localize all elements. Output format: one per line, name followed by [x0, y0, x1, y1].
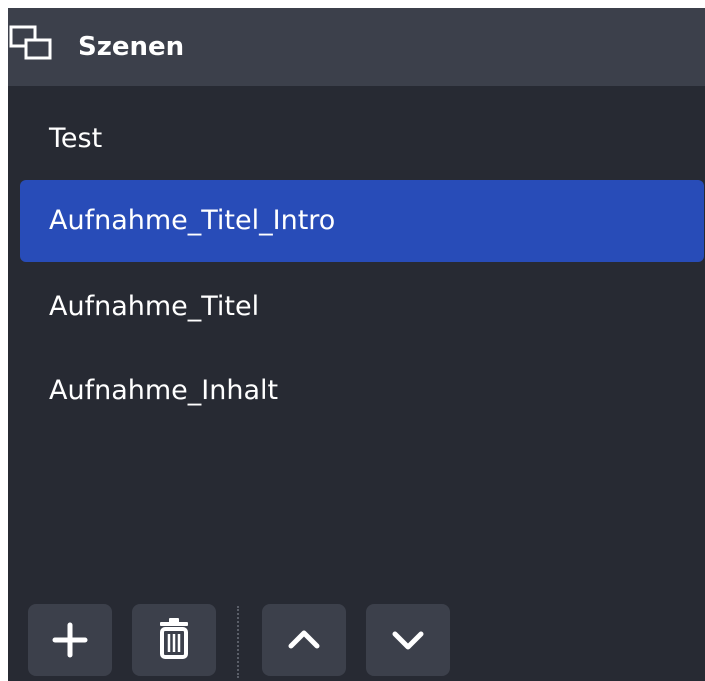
scenes-icon [8, 24, 56, 72]
scenes-dock: Szenen Test Aufnahme_Titel_Intro Aufnahm… [8, 8, 705, 681]
scene-item[interactable]: Aufnahme_Inhalt [20, 350, 704, 432]
chevron-down-icon [392, 631, 424, 650]
scene-item[interactable]: Test [20, 98, 704, 180]
add-scene-button[interactable] [28, 604, 112, 676]
remove-scene-button[interactable] [132, 604, 216, 676]
plus-icon [52, 622, 88, 658]
dock-title: Szenen [78, 32, 185, 62]
scene-item-selected[interactable]: Aufnahme_Titel_Intro [20, 180, 704, 262]
move-scene-down-button[interactable] [366, 604, 450, 676]
move-scene-up-button[interactable] [262, 604, 346, 676]
scene-item[interactable]: Aufnahme_Titel [20, 266, 704, 348]
chevron-up-icon [288, 630, 320, 649]
toolbar-separator [237, 606, 239, 678]
dock-header: Szenen [8, 8, 705, 86]
trash-icon [160, 618, 188, 659]
